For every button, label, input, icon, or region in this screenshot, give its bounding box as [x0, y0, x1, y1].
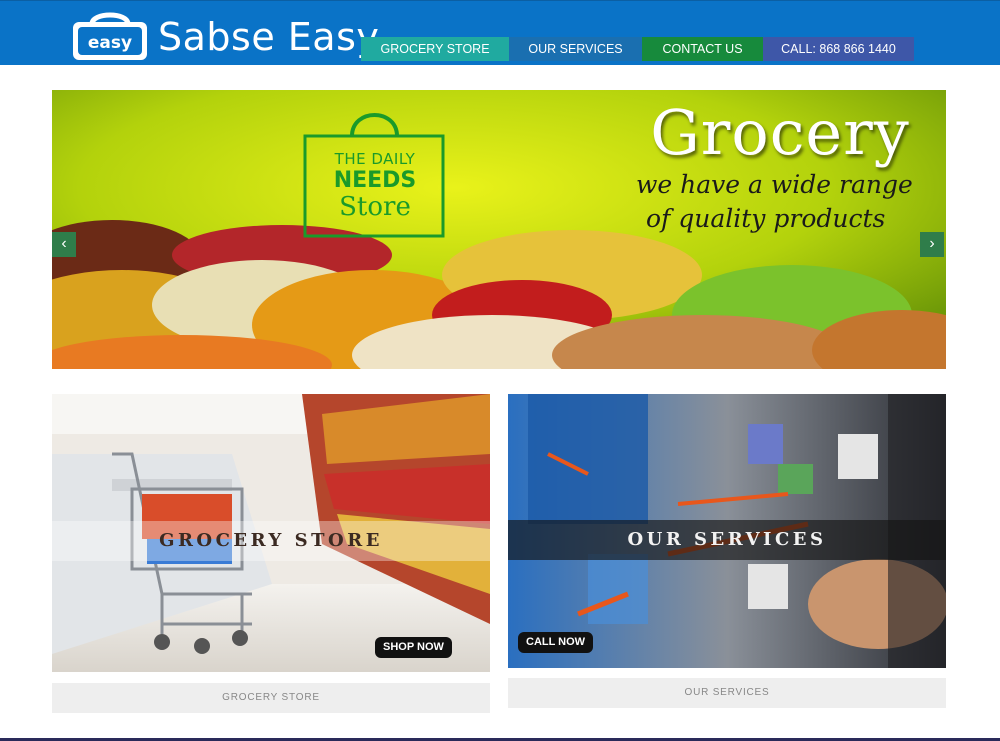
site-logo[interactable]: easy Sabse Easy [70, 4, 379, 64]
slide-tagline-line2: of quality products [646, 204, 886, 233]
slide-title: Grocery [650, 96, 910, 169]
our-services-card[interactable]: OUR SERVICES CALL NOW [508, 394, 946, 668]
our-services-caption[interactable]: OUR SERVICES [508, 678, 946, 708]
store-logo-line3: Store [339, 192, 411, 222]
daily-needs-store-logo: THE DAILY NEEDS Store [305, 112, 445, 224]
grocery-card-title: GROCERY STORE [52, 521, 490, 561]
store-logo-line2: NEEDS [333, 168, 417, 193]
nav-our-services[interactable]: OUR SERVICES [509, 37, 642, 61]
store-logo-line1: THE DAILY [334, 150, 416, 168]
nav-call-number[interactable]: CALL: 868 866 1440 [763, 37, 914, 61]
grocery-store-caption[interactable]: GROCERY STORE [52, 683, 490, 713]
slider-prev-icon[interactable]: ‹ [52, 232, 76, 257]
slide-tagline-line1: we have a wide range [636, 170, 913, 199]
hero-slider: THE DAILY NEEDS Store Grocery we have a … [52, 90, 946, 369]
nav-grocery-store[interactable]: GROCERY STORE [361, 37, 509, 61]
main-nav: GROCERY STORE OUR SERVICES CONTACT US CA… [361, 37, 914, 61]
site-header: easy Sabse Easy GROCERY STORE OUR SERVIC… [0, 0, 1000, 65]
slider-next-icon[interactable]: › [920, 232, 944, 257]
shop-now-button[interactable]: SHOP NOW [375, 637, 452, 658]
shopping-bag-icon: easy [73, 12, 147, 60]
call-now-button[interactable]: CALL NOW [518, 632, 594, 653]
grocery-store-card[interactable]: GROCERY STORE SHOP NOW [52, 394, 490, 672]
logo-badge-text: easy [88, 33, 132, 53]
nav-contact-us[interactable]: CONTACT US [642, 37, 763, 61]
brand-name: Sabse Easy [158, 15, 380, 59]
services-card-title: OUR SERVICES [508, 520, 946, 560]
